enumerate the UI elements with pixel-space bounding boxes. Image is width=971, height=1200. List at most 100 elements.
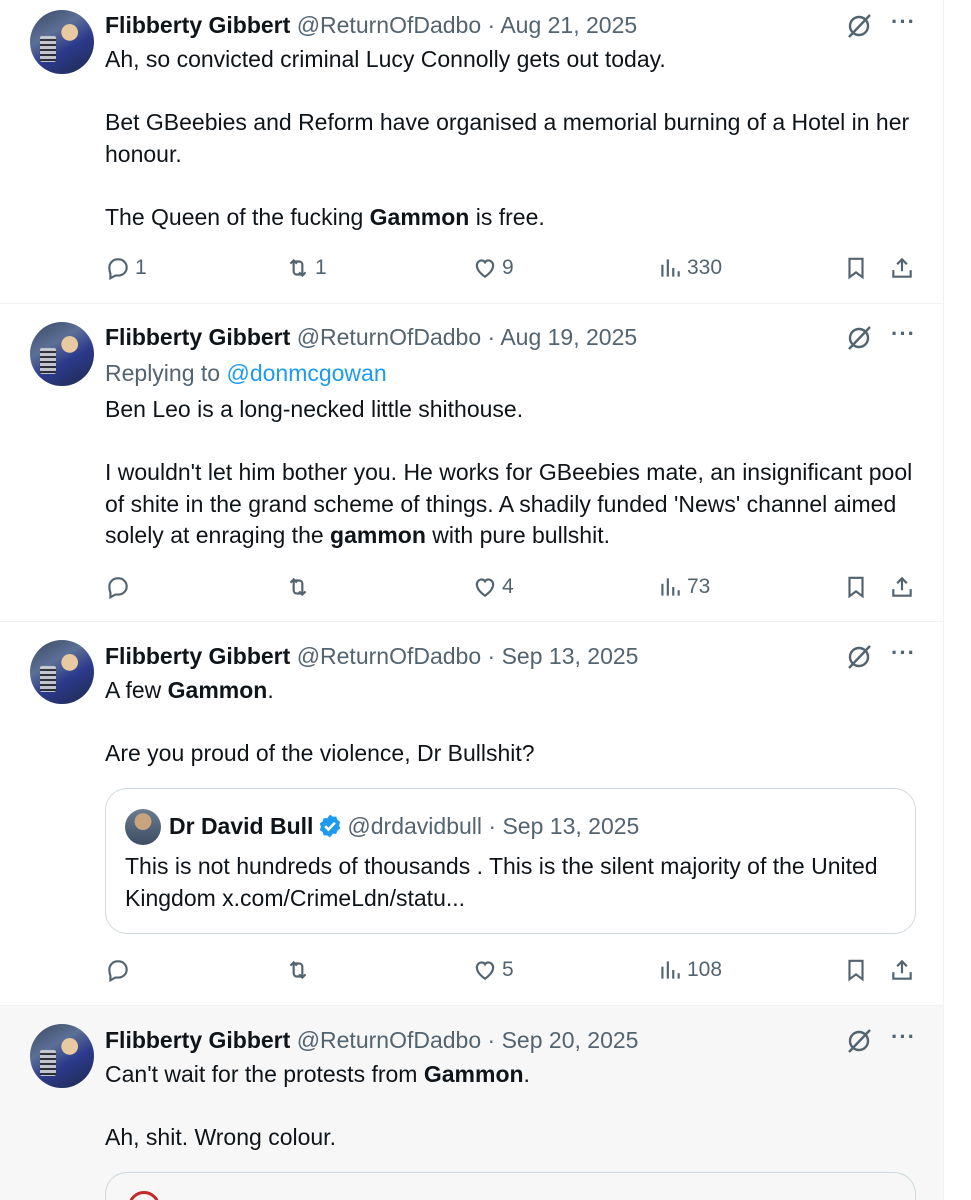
repost-button[interactable]	[285, 955, 315, 985]
text-run: Ah, so convicted criminal Lucy Connolly …	[105, 46, 666, 72]
share-icon	[892, 257, 912, 278]
quoted-author-name[interactable]: Dr David Bull	[169, 813, 313, 839]
bookmark-button[interactable]	[843, 955, 869, 985]
grok-icon[interactable]	[845, 1027, 873, 1055]
text-run: Ben Leo is a long-necked little shithous…	[105, 396, 524, 422]
heart-icon	[475, 961, 495, 980]
tweet-paragraph: Are you proud of the violence, Dr Bullsh…	[105, 738, 915, 770]
tweet-actions: 1 1 9 330	[105, 253, 920, 283]
tweet[interactable]: Flibberty Gibbert @ReturnOfDadbo · Aug 2…	[0, 0, 943, 304]
quoted-avatar[interactable]	[128, 1191, 160, 1200]
views-button[interactable]: 108	[657, 955, 722, 985]
views-button[interactable]: 73	[657, 572, 710, 602]
tweet[interactable]: Flibberty Gibbert @ReturnOfDadbo · Sep 1…	[0, 622, 943, 1006]
tweet-text: Ben Leo is a long-necked little shithous…	[105, 394, 915, 552]
tweet-paragraph: The Queen of the fucking Gammon is free.	[105, 202, 915, 234]
bookmark-icon	[848, 959, 864, 982]
text-run: A few	[105, 677, 168, 703]
quoted-header: Dr David Bull @drdavidbull · Sep 13, 2025	[169, 811, 639, 841]
tweet-header: Flibberty Gibbert @ReturnOfDadbo · Sep 1…	[105, 641, 638, 671]
text-run: Can't wait for the protests from	[105, 1061, 424, 1087]
text-run: with pure bullshit.	[425, 522, 610, 548]
share-button[interactable]	[889, 572, 915, 602]
reply-icon	[108, 258, 128, 281]
tweet-header: Flibberty Gibbert @ReturnOfDadbo · Sep 2…	[105, 1025, 638, 1055]
quoted-tweet[interactable]	[105, 1172, 916, 1200]
tweet[interactable]: Flibberty Gibbert @ReturnOfDadbo · Sep 2…	[0, 1006, 943, 1200]
bold-text: Gammon	[369, 203, 470, 230]
like-button[interactable]: 4	[472, 572, 514, 602]
like-count: 9	[502, 256, 514, 279]
tweet[interactable]: Flibberty Gibbert @ReturnOfDadbo · Aug 1…	[0, 304, 943, 622]
tweet-corner-actions: ···	[845, 322, 925, 352]
tweet-date[interactable]: Sep 13, 2025	[502, 643, 639, 669]
author-handle[interactable]: @ReturnOfDadbo	[297, 324, 481, 350]
tweet-text: Can't wait for the protests from Gammon.…	[105, 1059, 915, 1154]
repost-count: 1	[315, 256, 327, 279]
more-options-icon[interactable]: ···	[891, 1025, 921, 1055]
views-button[interactable]: 330	[657, 253, 722, 283]
like-count: 5	[502, 958, 514, 981]
share-button[interactable]	[889, 955, 915, 985]
bold-text: Gammon	[167, 677, 268, 703]
more-options-icon[interactable]: ···	[891, 641, 921, 671]
replying-to: Replying to @donmcgowan	[105, 358, 387, 388]
more-options-icon[interactable]: ···	[891, 322, 921, 352]
tweet-paragraph: Bet GBeebies and Reform have organised a…	[105, 107, 915, 170]
verified-badge-icon	[320, 814, 341, 838]
repost-button[interactable]: 1	[285, 253, 327, 283]
quoted-tweet[interactable]: Dr David Bull @drdavidbull · Sep 13, 2025…	[105, 788, 916, 934]
repost-icon	[289, 577, 307, 597]
avatar[interactable]	[30, 1024, 94, 1088]
tweet-date[interactable]: Aug 19, 2025	[500, 324, 637, 350]
separator: ·	[481, 643, 502, 669]
quoted-date[interactable]: Sep 13, 2025	[502, 813, 639, 839]
tweet-header: Flibberty Gibbert @ReturnOfDadbo · Aug 1…	[105, 322, 637, 352]
text-run: Ah, shit. Wrong colour.	[105, 1124, 336, 1150]
author-handle[interactable]: @ReturnOfDadbo	[297, 1027, 481, 1053]
reply-button[interactable]: 1	[105, 253, 147, 283]
replying-to-mention[interactable]: @donmcgowan	[226, 360, 386, 386]
text-run: The Queen of the fucking	[105, 203, 370, 230]
quoted-author-handle[interactable]: @drdavidbull	[347, 813, 482, 839]
text-run: is free.	[469, 203, 545, 230]
tweet-date[interactable]: Aug 21, 2025	[500, 12, 637, 38]
author-name[interactable]: Flibberty Gibbert	[105, 643, 290, 669]
tweet-date[interactable]: Sep 20, 2025	[502, 1027, 639, 1053]
author-name[interactable]: Flibberty Gibbert	[105, 12, 290, 38]
like-button[interactable]: 9	[472, 253, 514, 283]
tweet-text: Ah, so convicted criminal Lucy Connolly …	[105, 44, 915, 233]
tweet-corner-actions: ···	[845, 1025, 925, 1055]
quoted-text: This is not hundreds of thousands . This…	[125, 853, 878, 911]
avatar[interactable]	[30, 640, 94, 704]
repost-button[interactable]	[285, 572, 315, 602]
avatar[interactable]	[30, 322, 94, 386]
tweet-header: Flibberty Gibbert @ReturnOfDadbo · Aug 2…	[105, 10, 637, 40]
quoted-avatar[interactable]	[125, 809, 161, 845]
share-button[interactable]	[889, 253, 915, 283]
text-run: Bet GBeebies and Reform have organised a…	[105, 109, 910, 167]
more-options-icon[interactable]: ···	[891, 10, 921, 40]
reply-button[interactable]	[105, 955, 135, 985]
reply-count: 1	[135, 256, 147, 279]
text-run: .	[267, 677, 274, 703]
bookmark-button[interactable]	[843, 572, 869, 602]
reply-button[interactable]	[105, 572, 135, 602]
author-handle[interactable]: @ReturnOfDadbo	[297, 12, 481, 38]
grok-icon[interactable]	[845, 324, 873, 352]
author-name[interactable]: Flibberty Gibbert	[105, 324, 290, 350]
views-icon	[661, 578, 680, 596]
reply-icon	[108, 577, 128, 600]
tweet-actions: 5 108	[105, 955, 920, 985]
author-handle[interactable]: @ReturnOfDadbo	[297, 643, 481, 669]
separator: ·	[481, 12, 501, 38]
bookmark-button[interactable]	[843, 253, 869, 283]
grok-icon[interactable]	[845, 643, 873, 671]
tweet-actions: 4 73	[105, 572, 920, 602]
repost-icon	[289, 960, 307, 980]
like-button[interactable]: 5	[472, 955, 514, 985]
author-name[interactable]: Flibberty Gibbert	[105, 1027, 290, 1053]
avatar[interactable]	[30, 10, 94, 74]
grok-icon[interactable]	[845, 12, 873, 40]
share-icon	[892, 576, 912, 597]
